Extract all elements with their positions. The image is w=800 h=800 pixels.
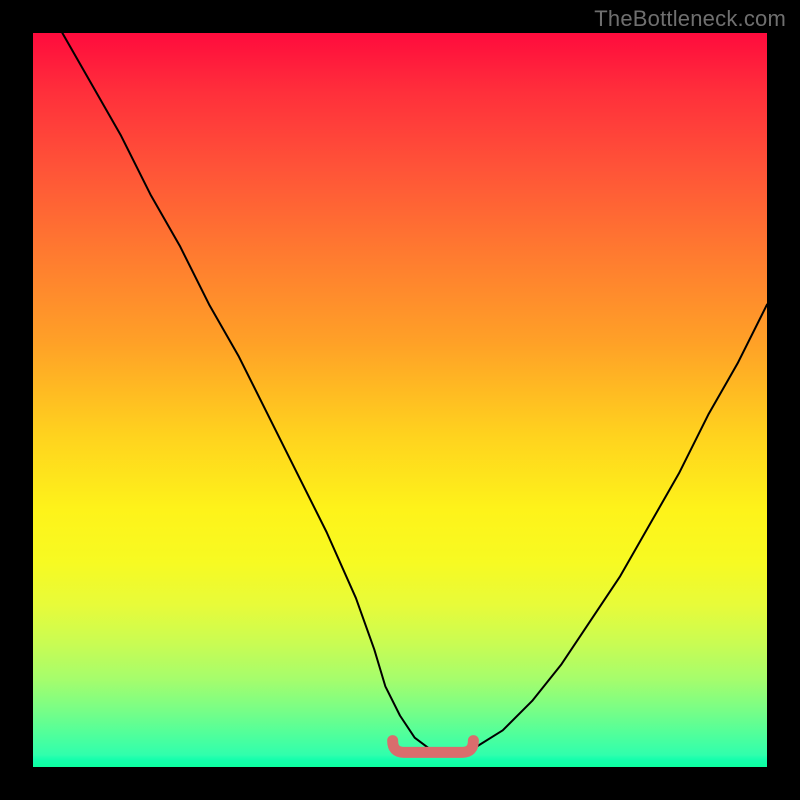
attribution-text: TheBottleneck.com <box>594 6 786 32</box>
bottleneck-curve <box>62 33 767 752</box>
chart-canvas: TheBottleneck.com <box>0 0 800 800</box>
plot-area <box>33 33 767 767</box>
curve-layer <box>33 33 767 767</box>
flat-bottom-marker <box>393 741 474 753</box>
